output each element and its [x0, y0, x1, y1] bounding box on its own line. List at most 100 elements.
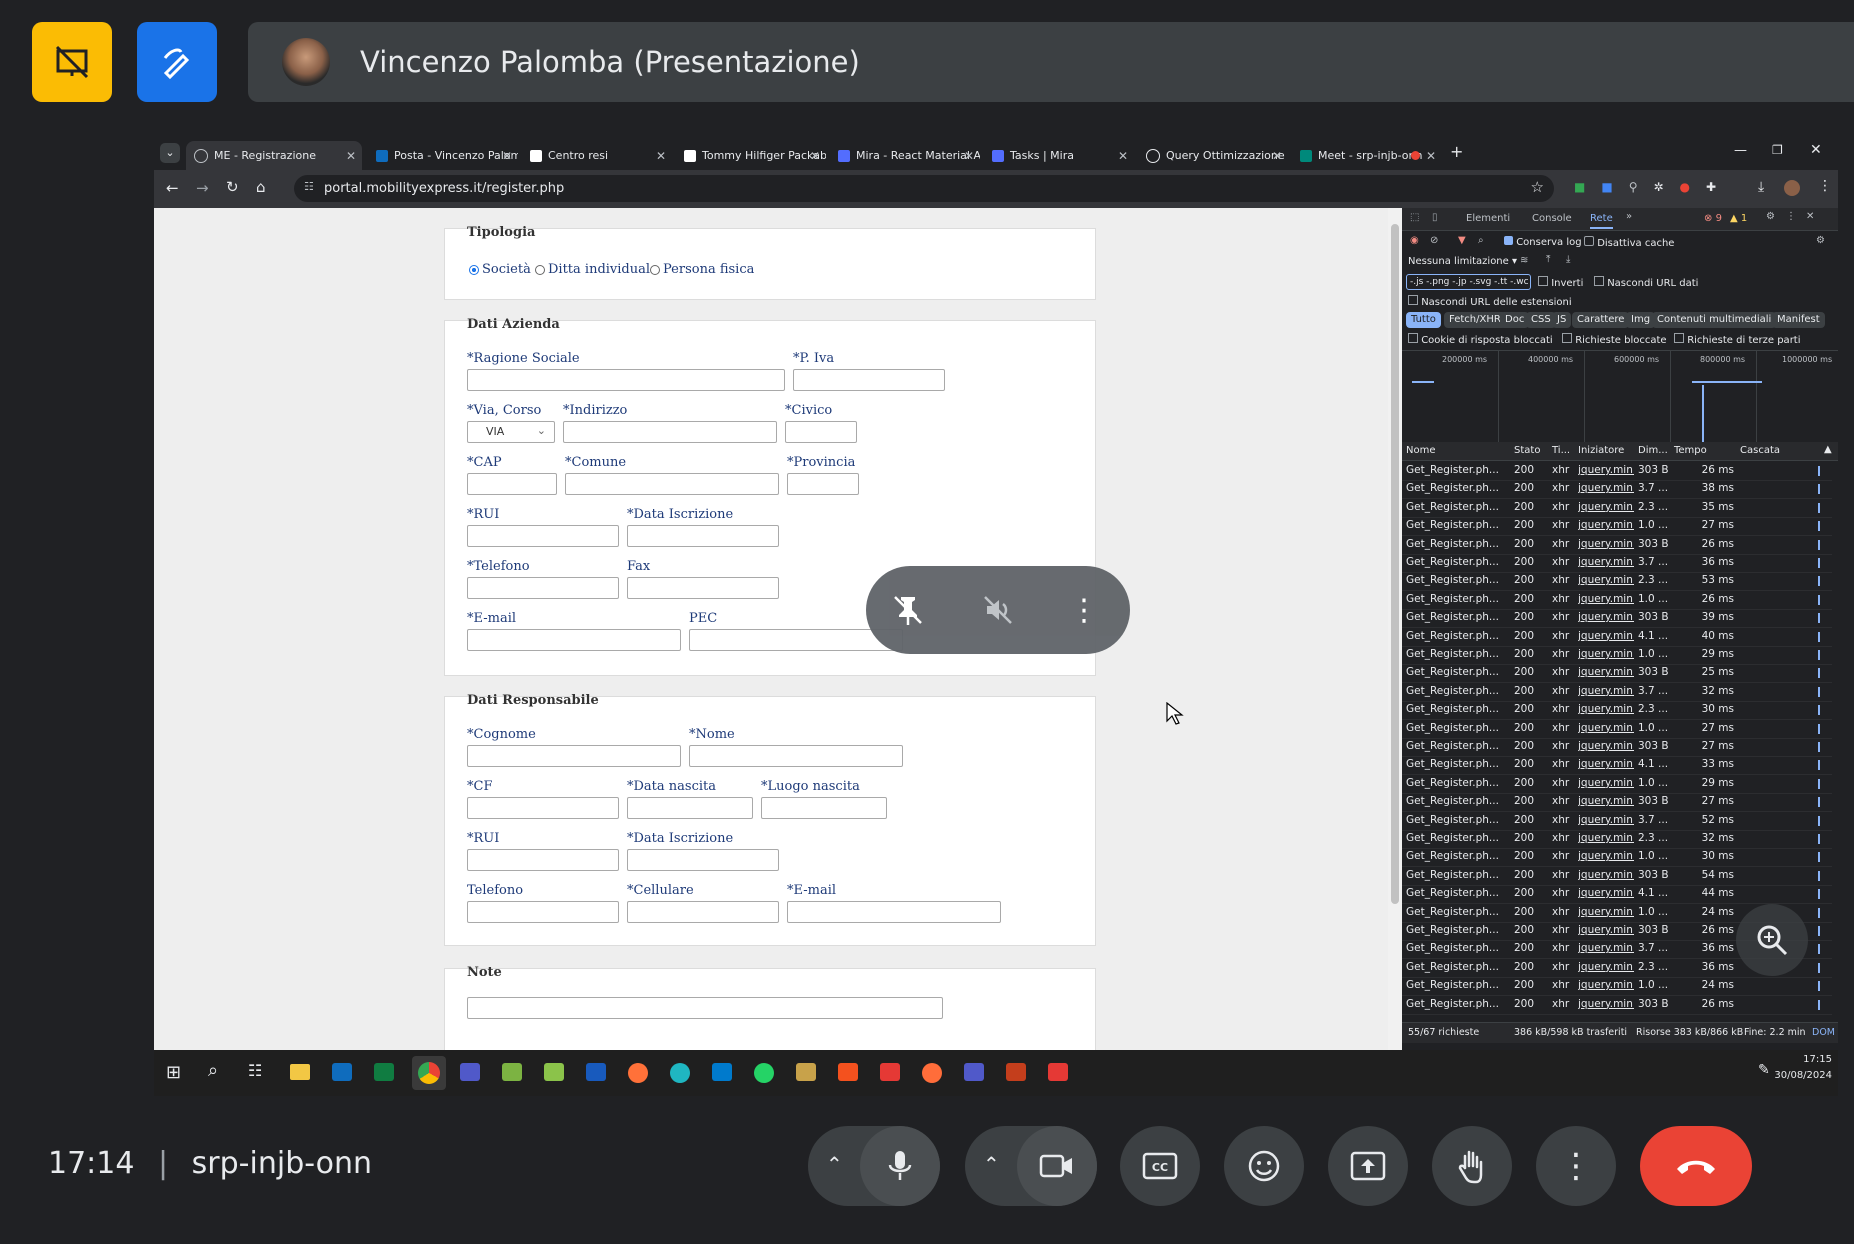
tab-query[interactable]: Query Ottimizzazione SQ✕: [1138, 141, 1288, 170]
close-icon[interactable]: ✕: [1426, 149, 1436, 163]
search-icon[interactable]: ⌕: [1478, 235, 1484, 246]
record-icon[interactable]: ◉: [1410, 235, 1419, 246]
pec-input[interactable]: [689, 629, 903, 651]
network-cell-init[interactable]: jquery.min.j: [1578, 501, 1634, 513]
gear-icon[interactable]: ⚙: [1766, 211, 1775, 222]
network-row[interactable]: Get_Register.ph... 200 xhr jquery.min.j 4.1 …: [1402, 628, 1832, 647]
network-cell-init[interactable]: jquery.min.j: [1578, 777, 1634, 789]
resp-rui-input[interactable]: [467, 849, 619, 871]
type-filter-media[interactable]: Contenuti multimediali: [1652, 312, 1777, 328]
rui-input[interactable]: [467, 525, 619, 547]
device-toolbar-icon[interactable]: ▯: [1432, 212, 1438, 223]
close-icon[interactable]: ✕: [964, 149, 974, 163]
network-row[interactable]: Get_Register.ph... 200 xhr jquery.min.j 303 …: [1402, 793, 1832, 813]
tab-search-button[interactable]: ⌄: [160, 143, 180, 163]
cognome-input[interactable]: [467, 745, 681, 767]
close-icon[interactable]: ✕: [502, 149, 512, 163]
blocked-cookies-checkbox[interactable]: Cookie di risposta bloccati: [1408, 333, 1553, 346]
ragione-sociale-input[interactable]: [467, 369, 785, 391]
email-input[interactable]: [467, 629, 681, 651]
radio-societa[interactable]: Società: [469, 262, 531, 277]
clear-icon[interactable]: ⊘: [1430, 235, 1438, 246]
site-info-icon[interactable]: ☷: [304, 180, 314, 193]
third-party-checkbox[interactable]: Richieste di terze parti: [1674, 333, 1801, 346]
close-icon[interactable]: ✕: [1272, 149, 1282, 163]
teams-icon[interactable]: [460, 1063, 480, 1081]
edge-icon[interactable]: [670, 1063, 690, 1083]
camera-button[interactable]: [1017, 1126, 1097, 1206]
extension-icon[interactable]: ■: [1601, 180, 1612, 196]
network-cell-init[interactable]: jquery.min.j: [1578, 722, 1634, 734]
comune-input[interactable]: [565, 473, 779, 495]
close-icon[interactable]: ✕: [656, 149, 666, 163]
network-cell-init[interactable]: jquery.min.j: [1578, 703, 1634, 715]
network-row[interactable]: Get_Register.ph... 200 xhr jquery.min.j 4.1 …: [1402, 756, 1832, 776]
pen-tray-icon[interactable]: ✎: [1758, 1062, 1770, 1078]
new-tab-button[interactable]: +: [1450, 142, 1463, 161]
close-icon[interactable]: ✕: [1806, 211, 1814, 222]
sort-icon[interactable]: ▲: [1824, 444, 1832, 455]
network-cell-init[interactable]: jquery.min.j: [1578, 685, 1634, 697]
tile-more-button[interactable]: ⋮: [1062, 588, 1106, 632]
type-filter-tutto[interactable]: Tutto: [1406, 312, 1441, 328]
present-button[interactable]: [1328, 1126, 1408, 1206]
network-cell-init[interactable]: jquery.min.j: [1578, 574, 1634, 586]
network-row[interactable]: Get_Register.ph... 200 xhr jquery.min.j 4.1 …: [1402, 885, 1832, 905]
download-icon[interactable]: ⤓: [1758, 179, 1764, 195]
network-cell-init[interactable]: jquery.min.j: [1578, 869, 1634, 881]
firefox-icon[interactable]: [628, 1063, 648, 1083]
raise-hand-button[interactable]: [1432, 1126, 1512, 1206]
close-icon[interactable]: ✕: [346, 149, 356, 163]
close-icon[interactable]: ✕: [810, 149, 820, 163]
close-window-button[interactable]: ✕: [1810, 142, 1822, 158]
network-cell-init[interactable]: jquery.min.j: [1578, 832, 1634, 844]
network-cell-init[interactable]: jquery.min.j: [1578, 630, 1634, 642]
network-row[interactable]: Get_Register.ph... 200 xhr jquery.min.j 3.7 …: [1402, 812, 1832, 831]
type-filter-fetch[interactable]: Fetch/XHR: [1444, 312, 1506, 328]
whatsapp-icon[interactable]: [754, 1063, 774, 1083]
tab-centro-resi[interactable]: Centro resi ✕: [522, 141, 672, 170]
via-corso-select[interactable]: VIA ⌄: [467, 421, 555, 443]
file-explorer-icon[interactable]: [290, 1064, 310, 1080]
type-filter-js[interactable]: JS: [1552, 312, 1572, 328]
network-row[interactable]: Get_Register.ph... 200 xhr jquery.min.j 2.3 …: [1402, 572, 1832, 592]
luogo-nascita-input[interactable]: [761, 797, 887, 819]
blocked-requests-checkbox[interactable]: Richieste bloccate: [1562, 333, 1667, 346]
provincia-input[interactable]: [787, 473, 859, 495]
network-row[interactable]: Get_Register.ph... 200 xhr jquery.min.j 3.7 …: [1402, 554, 1832, 573]
devtools-tab-rete[interactable]: Rete: [1590, 213, 1613, 229]
resp-email-input[interactable]: [787, 901, 1001, 923]
network-row[interactable]: Get_Register.ph... 200 xhr jquery.min.j 2.3 …: [1402, 701, 1832, 721]
disable-cache-checkbox[interactable]: Disattiva cache: [1584, 236, 1674, 249]
filter-input[interactable]: -.js -.png -.jp -.svg -.tt -.wc: [1406, 274, 1531, 290]
search-icon[interactable]: ⌕: [208, 1060, 218, 1081]
powerpoint-icon[interactable]: [1006, 1063, 1026, 1081]
fax-input[interactable]: [627, 577, 779, 599]
network-cell-init[interactable]: jquery.min.j: [1578, 924, 1634, 936]
excel-icon[interactable]: [374, 1063, 394, 1081]
chrome-icon[interactable]: [418, 1062, 440, 1084]
network-row[interactable]: Get_Register.ph... 200 xhr jquery.min.j 3.7 …: [1402, 480, 1832, 500]
network-row[interactable]: Get_Register.ph... 200 xhr jquery.min.j 303 …: [1402, 664, 1832, 684]
download-icon[interactable]: ⤓: [1566, 254, 1570, 265]
outlook-icon[interactable]: [332, 1063, 352, 1081]
radio-persona-fisica[interactable]: Persona fisica: [650, 262, 754, 277]
url-bar[interactable]: ☷ portal.mobilityexpress.it/register.php…: [294, 175, 1554, 202]
devtools-tab-console[interactable]: Console: [1532, 213, 1572, 224]
devtools-tab-elementi[interactable]: Elementi: [1466, 213, 1510, 224]
captions-button[interactable]: CC: [1120, 1126, 1200, 1206]
hide-ext-urls-checkbox[interactable]: Nascondi URL delle estensioni: [1408, 295, 1572, 308]
restore-button[interactable]: ❐: [1772, 143, 1783, 157]
network-cell-init[interactable]: jquery.min.j: [1578, 519, 1634, 531]
tab-mira-admin[interactable]: Mira - React Material Adm✕: [830, 141, 980, 170]
audio-options-button[interactable]: ⌃: [826, 1152, 843, 1176]
civico-input[interactable]: [785, 421, 857, 443]
annotate-button[interactable]: [137, 22, 217, 102]
kebab-menu-icon[interactable]: ⋮: [1786, 211, 1796, 222]
home-button[interactable]: ⌂: [256, 178, 266, 196]
network-cell-init[interactable]: jquery.min.j: [1578, 648, 1634, 660]
type-filter-doc[interactable]: Doc: [1500, 312, 1530, 328]
bookmark-star-icon[interactable]: ☆: [1531, 178, 1544, 196]
profile-avatar[interactable]: [1784, 180, 1800, 196]
network-cell-init[interactable]: jquery.min.j: [1578, 961, 1634, 973]
